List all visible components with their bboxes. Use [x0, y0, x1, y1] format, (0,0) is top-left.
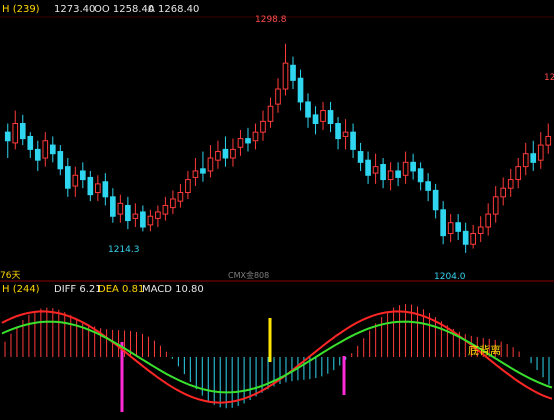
candle-body [447, 222, 454, 234]
candlestick-chart[interactable]: H (239) 1273.40 OO 1258.40 A 1268.40 129… [0, 0, 554, 420]
macd-macd: MACD 10.80 [142, 284, 204, 295]
candle-body [432, 189, 439, 211]
candle-body [79, 170, 86, 181]
candle-body [335, 123, 341, 140]
candle-body [485, 213, 492, 228]
candle-body [380, 163, 386, 181]
candle-body [12, 123, 19, 144]
bottom-divergence-label: 底背离 [468, 343, 501, 357]
candle-body [177, 192, 184, 202]
candle-body [215, 151, 221, 161]
candle-body [305, 101, 311, 118]
price-annotation-low-2: 1204.0 [434, 272, 466, 282]
candle-body [117, 202, 124, 215]
candle-body [545, 135, 552, 146]
candle-body [477, 226, 484, 234]
candle-body [320, 110, 326, 122]
candle-body [327, 110, 334, 125]
candle-body [395, 170, 401, 178]
candle-body [530, 153, 537, 163]
candle-body [260, 120, 266, 133]
candle-body [417, 168, 424, 183]
candle-body [537, 144, 544, 161]
candle-body [102, 181, 109, 198]
candle-body [470, 232, 477, 245]
candle-body [522, 153, 529, 168]
price-annotation-high: 1298.8 [255, 15, 287, 25]
open-label: OO 1258.40 [94, 4, 154, 15]
candle-body [507, 179, 514, 189]
candle-body [372, 166, 379, 174]
candle-body [282, 62, 289, 90]
candle-body [170, 198, 176, 209]
candle-body [64, 166, 71, 189]
candle-body [222, 148, 229, 159]
candle-body [500, 187, 507, 198]
candle-body [200, 168, 206, 174]
candle-body [27, 135, 34, 150]
candle-body [290, 64, 296, 81]
candle-body [440, 209, 446, 237]
candle-body [245, 138, 251, 144]
macd-highlight-bar [342, 356, 346, 395]
macd-diff: DIFF 6.21 [54, 284, 102, 295]
candle-body [34, 148, 41, 161]
candle-body [312, 114, 319, 125]
candle-body [462, 230, 469, 245]
candle-body [387, 170, 394, 181]
candle-body [365, 159, 371, 176]
candle-body [297, 77, 304, 103]
candle-body [275, 88, 281, 105]
candle-body [455, 222, 461, 232]
candle-body [72, 174, 79, 187]
days-label: 76天 [0, 271, 20, 281]
avg-label: A 1268.40 [148, 4, 199, 15]
price-annotation-low-1: 1214.3 [108, 245, 140, 255]
candle-body [147, 215, 154, 226]
candle-body [410, 161, 416, 172]
macd-title: H (244) [2, 284, 40, 295]
candle-body [42, 140, 49, 159]
candle-body [19, 123, 26, 140]
macd-dea: DEA 0.81 [98, 284, 144, 295]
candle-body [342, 131, 349, 137]
macd-highlight-bar [268, 318, 272, 362]
candle-body [155, 211, 161, 219]
candle-body [57, 151, 64, 170]
candle-body [110, 196, 116, 217]
macd-highlight-bar [120, 342, 124, 412]
candle-body [132, 213, 139, 219]
candle-body [252, 131, 259, 142]
candle-body [515, 166, 522, 181]
candle-body [350, 131, 356, 150]
candle-body [207, 157, 214, 172]
candle-body [237, 138, 244, 148]
candle-body [125, 204, 131, 222]
candle-body [425, 181, 431, 191]
candle-body [230, 148, 236, 159]
price-annotation-right: 12 [544, 73, 554, 83]
candle-body [492, 196, 499, 215]
candle-body [140, 211, 146, 228]
candle-body [185, 179, 191, 194]
candle-body [49, 144, 56, 155]
candle-body [267, 105, 274, 122]
candle-body [87, 176, 94, 196]
high-label: 1273.40 [54, 4, 95, 15]
candle-body [162, 204, 169, 215]
candle-body [357, 151, 364, 163]
candle-body [402, 161, 409, 176]
candle-body [95, 183, 101, 194]
candle-body [192, 170, 199, 178]
watermark: CMX金808 [228, 270, 269, 280]
candle-body [4, 131, 11, 142]
main-title: H (239) [2, 4, 40, 15]
